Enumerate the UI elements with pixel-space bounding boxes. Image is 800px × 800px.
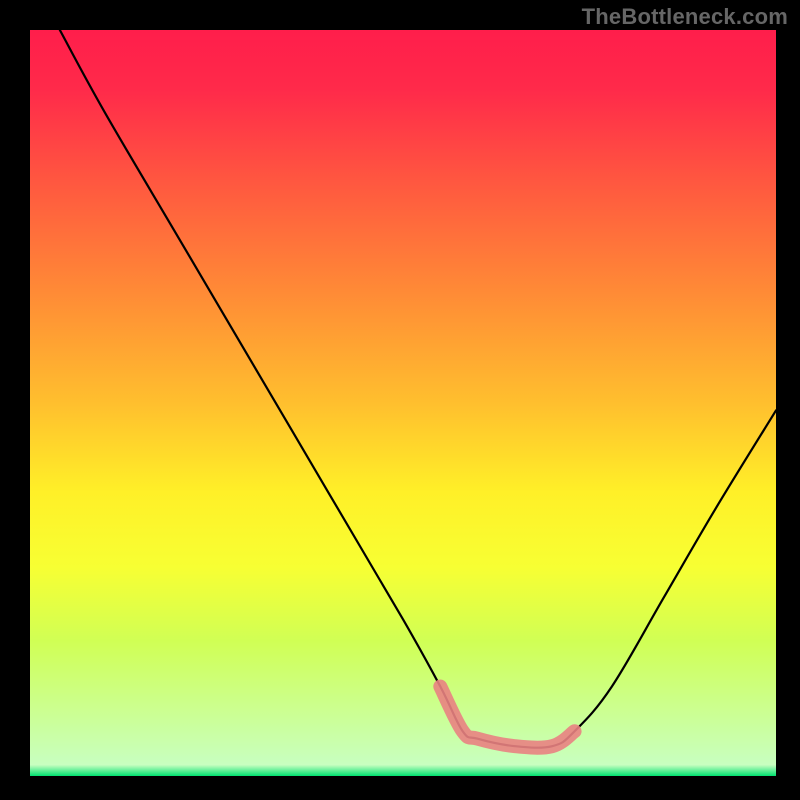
chart-frame: TheBottleneck.com xyxy=(0,0,800,800)
watermark-label: TheBottleneck.com xyxy=(582,4,788,30)
gradient-background xyxy=(30,30,776,776)
plot-area xyxy=(30,30,776,776)
chart-svg xyxy=(30,30,776,776)
